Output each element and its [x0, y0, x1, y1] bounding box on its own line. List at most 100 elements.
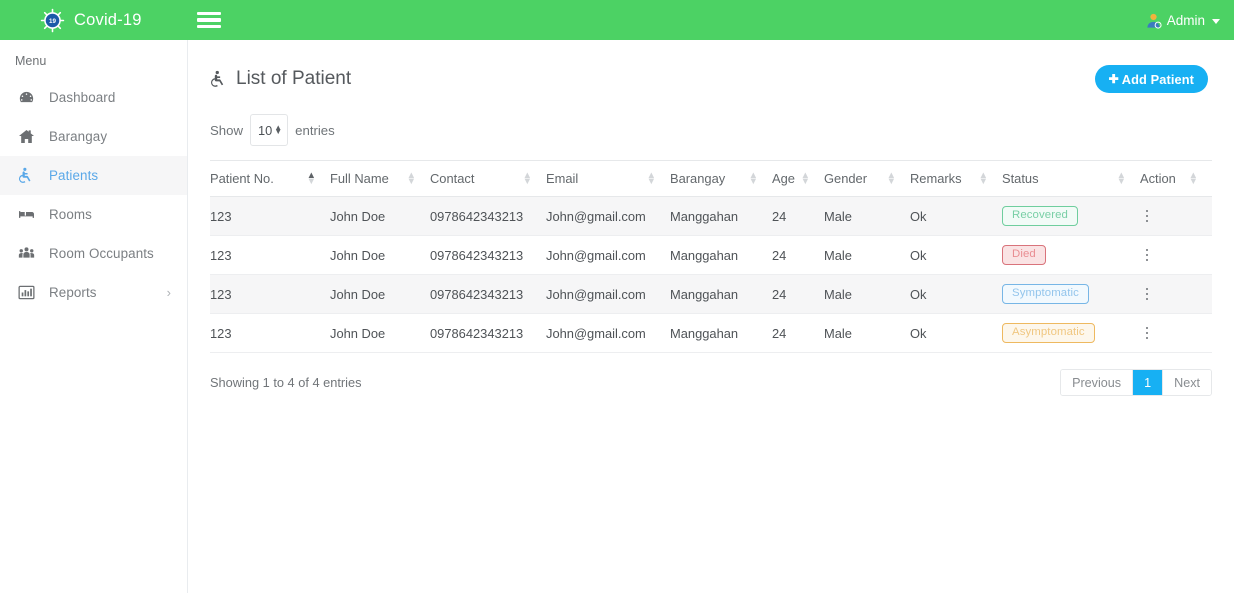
- column-header-barangay[interactable]: Barangay ▲ ▼: [670, 160, 772, 197]
- entries-per-page-value: 10: [258, 122, 273, 138]
- table-body: 123 John Doe 0978642343213 John@gmail.co…: [210, 196, 1212, 353]
- sidebar: Menu Dashboard Barangay Patients Rooms R…: [0, 40, 188, 593]
- cell-email: John@gmail.com: [546, 235, 670, 275]
- column-header-patient-no[interactable]: Patient No. ▲ ▼: [210, 160, 330, 197]
- cell-remarks: Ok: [910, 274, 1002, 314]
- cell-age: 24: [772, 313, 824, 353]
- kebab-menu-icon[interactable]: [1140, 326, 1154, 340]
- column-header-gender[interactable]: Gender ▲ ▼: [824, 160, 910, 197]
- cell-barangay: Manggahan: [670, 274, 772, 314]
- cell-status: Symptomatic: [1002, 274, 1140, 314]
- kebab-menu-icon[interactable]: [1140, 287, 1154, 301]
- kebab-menu-icon[interactable]: [1140, 248, 1154, 262]
- table-header-row: Patient No. ▲ ▼ Full Name ▲ ▼ Contact ▲ ▼ E…: [210, 160, 1212, 197]
- brand[interactable]: 19 Covid-19: [0, 0, 188, 40]
- sidebar-item-room-occupants[interactable]: Room Occupants: [0, 234, 187, 273]
- select-arrows-icon: ▲ ▼: [274, 122, 283, 136]
- column-header-remarks[interactable]: Remarks ▲ ▼: [910, 160, 1002, 197]
- sidebar-item-patients[interactable]: Patients: [0, 156, 187, 195]
- cell-patient-no: 123: [210, 313, 330, 353]
- sidebar-item-label: Barangay: [49, 129, 108, 144]
- cell-age: 24: [772, 274, 824, 314]
- cell-email: John@gmail.com: [546, 313, 670, 353]
- cell-action: [1140, 235, 1212, 275]
- wheelchair-icon: [18, 167, 35, 184]
- hamburger-bar: [197, 18, 221, 22]
- column-header-full-name[interactable]: Full Name ▲ ▼: [330, 160, 430, 197]
- cell-barangay: Manggahan: [670, 313, 772, 353]
- status-badge: Recovered: [1002, 205, 1078, 227]
- column-header-status[interactable]: Status ▲ ▼: [1002, 160, 1140, 197]
- cell-full-name: John Doe: [330, 313, 430, 353]
- datatable-info: Showing 1 to 4 of 4 entries: [210, 375, 362, 390]
- entries-label: entries: [295, 122, 335, 138]
- sidebar-item-barangay[interactable]: Barangay: [0, 117, 187, 156]
- table-row[interactable]: 123 John Doe 0978642343213 John@gmail.co…: [210, 196, 1212, 236]
- page-title-text: List of Patient: [236, 68, 352, 89]
- column-header-contact[interactable]: Contact ▲ ▼: [430, 160, 546, 197]
- column-label: Full Name: [330, 171, 389, 186]
- sidebar-item-dashboard[interactable]: Dashboard: [0, 78, 187, 117]
- hamburger-icon[interactable]: [197, 9, 221, 31]
- show-label: Show: [210, 122, 243, 138]
- cell-full-name: John Doe: [330, 196, 430, 236]
- user-avatar-icon: [1147, 13, 1162, 29]
- cell-patient-no: 123: [210, 235, 330, 275]
- cell-email: John@gmail.com: [546, 196, 670, 236]
- cell-remarks: Ok: [910, 235, 1002, 275]
- column-label: Barangay: [670, 171, 726, 186]
- sidebar-item-reports[interactable]: Reports ›: [0, 273, 187, 312]
- column-header-action[interactable]: Action ▲ ▼: [1140, 160, 1212, 197]
- sidebar-item-rooms[interactable]: Rooms: [0, 195, 187, 234]
- pagination-next[interactable]: Next: [1163, 370, 1211, 395]
- cell-age: 24: [772, 235, 824, 275]
- sort-icon: ▲ ▼: [886, 169, 896, 187]
- hamburger-bar: [197, 25, 221, 29]
- status-badge: Died: [1002, 244, 1046, 266]
- wheelchair-icon: [210, 70, 228, 88]
- column-header-age[interactable]: Age ▲ ▼: [772, 160, 824, 197]
- sort-icon: ▲ ▼: [1116, 169, 1126, 187]
- hamburger-bar: [197, 11, 221, 15]
- entries-per-page-select[interactable]: 10 ▲ ▼: [250, 114, 289, 146]
- status-badge: Asymptomatic: [1002, 322, 1095, 344]
- table-row[interactable]: 123 John Doe 0978642343213 John@gmail.co…: [210, 313, 1212, 353]
- cell-action: [1140, 274, 1212, 314]
- sort-icon: ▲ ▼: [1188, 169, 1198, 187]
- add-patient-button[interactable]: ✚ Add Patient: [1094, 65, 1208, 93]
- cell-status: Recovered: [1002, 196, 1140, 236]
- bed-icon: [18, 206, 35, 223]
- cell-full-name: John Doe: [330, 235, 430, 275]
- column-label: Patient No.: [210, 171, 274, 186]
- sort-icon: ▲ ▼: [748, 169, 758, 187]
- table-row[interactable]: 123 John Doe 0978642343213 John@gmail.co…: [210, 235, 1212, 275]
- column-header-email[interactable]: Email ▲ ▼: [546, 160, 670, 197]
- sidebar-item-label: Room Occupants: [49, 246, 154, 261]
- top-navbar: 19 Covid-19 Admin: [0, 0, 1234, 40]
- table-head: Patient No. ▲ ▼ Full Name ▲ ▼ Contact ▲ ▼ E…: [210, 160, 1212, 197]
- table-row[interactable]: 123 John Doe 0978642343213 John@gmail.co…: [210, 274, 1212, 314]
- pagination-previous[interactable]: Previous: [1061, 370, 1134, 395]
- cell-contact: 0978642343213: [430, 313, 546, 353]
- bar-chart-icon: [18, 284, 35, 301]
- coronavirus-icon: 19: [40, 8, 65, 33]
- column-label: Gender: [824, 171, 867, 186]
- kebab-menu-icon[interactable]: [1140, 209, 1154, 223]
- page-title: List of Patient: [210, 68, 351, 90]
- cell-remarks: Ok: [910, 313, 1002, 353]
- datatable-footer: Showing 1 to 4 of 4 entries Previous 1 N…: [210, 369, 1212, 396]
- sort-icon: ▲ ▼: [522, 169, 532, 187]
- cell-action: [1140, 196, 1212, 236]
- datatable-length-control: Show 10 ▲ ▼ entries: [210, 114, 1212, 146]
- column-label: Action: [1140, 171, 1176, 186]
- cell-patient-no: 123: [210, 274, 330, 314]
- cell-contact: 0978642343213: [430, 196, 546, 236]
- pagination-page-1[interactable]: 1: [1133, 370, 1164, 395]
- datatable-wrapper: Show 10 ▲ ▼ entries Patient No. ▲ ▼ Full…: [188, 96, 1234, 396]
- main-content: List of Patient ✚ Add Patient Show 10 ▲ ▼…: [188, 40, 1234, 593]
- cell-full-name: John Doe: [330, 274, 430, 314]
- cell-age: 24: [772, 196, 824, 236]
- user-menu[interactable]: Admin: [1145, 12, 1234, 29]
- cell-remarks: Ok: [910, 196, 1002, 236]
- sort-icon: ▲ ▼: [306, 169, 316, 187]
